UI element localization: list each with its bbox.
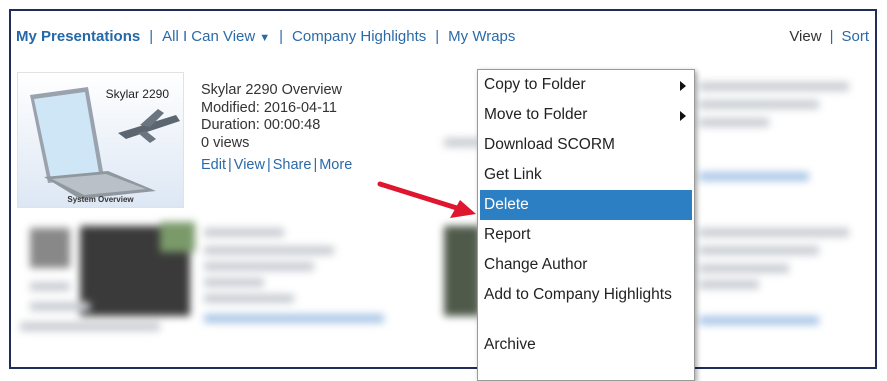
- menu-item-label: Copy to Folder: [484, 76, 586, 93]
- more-context-menu: Copy to Folder Move to Folder Download S…: [477, 69, 695, 381]
- view-sort-controls: View | Sort: [789, 28, 869, 45]
- menu-item-label: Download SCORM: [484, 136, 615, 153]
- view-link[interactable]: View: [789, 28, 821, 45]
- nav-separator: |: [279, 27, 284, 45]
- more-link[interactable]: More: [319, 157, 352, 173]
- share-link[interactable]: Share: [273, 157, 312, 173]
- link-separator: |: [313, 157, 318, 173]
- menu-item-download-scorm[interactable]: Download SCORM: [478, 130, 694, 160]
- tab-all-i-can-view-label: All I Can View: [162, 27, 256, 45]
- blurred-presentation-details: [200, 222, 400, 342]
- thumbnail-title: Skylar 2290: [105, 87, 169, 101]
- submenu-arrow-icon: [680, 81, 686, 91]
- view-count: 0 views: [201, 134, 250, 151]
- presentation-info: Skylar 2290 Overview Modified: 2016-04-1…: [201, 82, 352, 175]
- modified-date: Modified: 2016-04-11: [201, 99, 337, 116]
- menu-item-label: Report: [484, 226, 531, 243]
- tab-all-i-can-view[interactable]: All I Can View ▼: [162, 28, 270, 45]
- tab-my-presentations[interactable]: My Presentations: [16, 28, 140, 45]
- menu-item-copy-to-folder[interactable]: Copy to Folder: [478, 70, 694, 100]
- presentation-title: Skylar 2290 Overview: [201, 82, 343, 98]
- annotation-arrow-icon: [377, 181, 476, 218]
- blurred-presentation-item: [20, 222, 200, 352]
- menu-item-delete[interactable]: Delete: [480, 190, 692, 220]
- tab-my-wraps[interactable]: My Wraps: [448, 28, 515, 45]
- menu-item-label: Delete: [484, 196, 529, 213]
- presentation-actions: Edit | View | Share | More: [201, 157, 352, 175]
- duration: Duration: 00:00:48: [201, 117, 321, 133]
- edit-link[interactable]: Edit: [201, 157, 226, 173]
- menu-item-label: Add to Company Highlights: [484, 286, 672, 303]
- menu-item-report[interactable]: Report: [478, 220, 694, 250]
- submenu-arrow-icon: [680, 111, 686, 121]
- nav-separator: |: [149, 27, 154, 45]
- nav-separator: |: [435, 27, 440, 45]
- menu-item-label: Move to Folder: [484, 106, 588, 123]
- menu-item-move-to-folder[interactable]: Move to Folder: [478, 100, 694, 130]
- menu-item-label: Get Link: [484, 166, 542, 183]
- sort-link[interactable]: Sort: [841, 28, 869, 45]
- link-separator: |: [228, 157, 232, 173]
- menu-item-archive[interactable]: Archive: [478, 330, 694, 360]
- caret-down-icon: ▼: [259, 31, 271, 44]
- thumbnail-subtitle: System Overview: [67, 195, 134, 204]
- menu-item-label: Archive: [484, 336, 536, 353]
- top-nav: My Presentations | All I Can View ▼ | Com…: [16, 25, 869, 47]
- blurred-presentation-item: [695, 222, 865, 342]
- presentation-thumbnail[interactable]: Skylar 2290 System Overview: [17, 72, 184, 208]
- menu-item-add-to-company-highlights[interactable]: Add to Company Highlights: [478, 280, 694, 330]
- blurred-presentation-item: [695, 76, 865, 186]
- view-presentation-link[interactable]: View: [234, 157, 265, 173]
- nav-separator: |: [829, 27, 834, 45]
- tab-company-highlights[interactable]: Company Highlights: [292, 28, 426, 45]
- link-separator: |: [266, 157, 271, 173]
- menu-item-change-author[interactable]: Change Author: [478, 250, 694, 280]
- menu-item-label: Change Author: [484, 256, 588, 273]
- menu-item-get-link[interactable]: Get Link: [478, 160, 694, 190]
